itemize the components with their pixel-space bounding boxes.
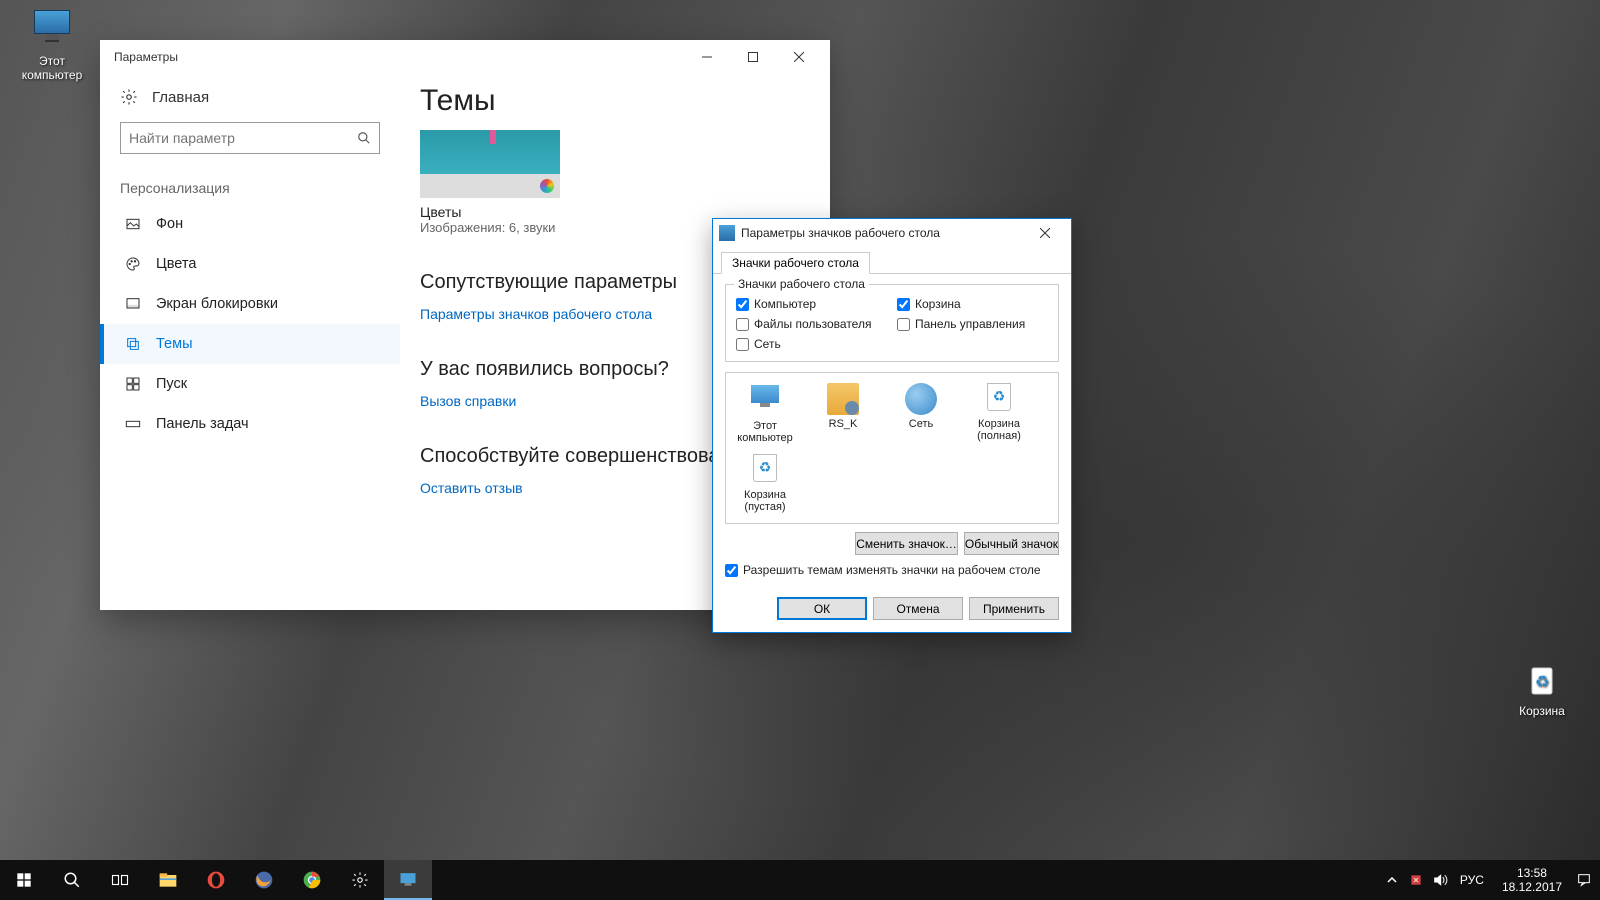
themes-icon bbox=[124, 336, 142, 352]
picture-icon bbox=[124, 216, 142, 232]
minimize-button[interactable] bbox=[684, 42, 730, 72]
search-icon bbox=[357, 131, 371, 145]
groupbox-icons: Значки рабочего стола Компьютер Корзина … bbox=[725, 284, 1059, 362]
tray-chevron-up-icon[interactable] bbox=[1380, 860, 1404, 900]
start-button[interactable] bbox=[0, 860, 48, 900]
dialog-footer: ОК Отмена Применить bbox=[713, 587, 1071, 632]
dialog-title: Параметры значков рабочего стола bbox=[741, 226, 1025, 240]
clock-time: 13:58 bbox=[1502, 866, 1562, 880]
dialog-content: Значки рабочего стола Компьютер Корзина … bbox=[713, 273, 1071, 587]
start-icon bbox=[124, 376, 142, 392]
default-icon-button[interactable]: Обычный значок bbox=[964, 532, 1059, 555]
dialog-close-button[interactable] bbox=[1025, 221, 1065, 245]
close-button[interactable] bbox=[776, 42, 822, 72]
sidebar-item-label: Панель задач bbox=[156, 416, 249, 432]
sidebar-item-lockscreen[interactable]: Экран блокировки bbox=[100, 284, 400, 324]
home-button[interactable]: Главная bbox=[100, 74, 400, 116]
checkbox-network[interactable]: Сеть bbox=[736, 337, 887, 351]
apply-button[interactable]: Применить bbox=[969, 597, 1059, 620]
desktop-icon-recycle[interactable]: ♻ Корзина bbox=[1504, 660, 1580, 718]
clock-date: 18.12.2017 bbox=[1502, 880, 1562, 894]
checkbox-computer[interactable]: Компьютер bbox=[736, 297, 887, 311]
dialog-tabs: Значки рабочего стола bbox=[713, 247, 1071, 273]
clock[interactable]: 13:58 18.12.2017 bbox=[1492, 866, 1572, 895]
theme-preview bbox=[420, 130, 560, 174]
pc-icon bbox=[32, 10, 72, 50]
network-icon bbox=[905, 383, 937, 415]
window-title: Параметры bbox=[114, 50, 684, 64]
page-heading: Темы bbox=[420, 84, 810, 118]
change-icon-button[interactable]: Сменить значок… bbox=[855, 532, 958, 555]
sidebar-item-label: Темы bbox=[156, 336, 193, 352]
taskbar-app-settings[interactable] bbox=[336, 860, 384, 900]
theme-swatch bbox=[420, 174, 560, 198]
svg-text:♻: ♻ bbox=[1535, 674, 1549, 691]
sidebar: Главная Персонализация Фон Цвета Экран б… bbox=[100, 74, 400, 610]
sidebar-item-colors[interactable]: Цвета bbox=[100, 244, 400, 284]
maximize-button[interactable] bbox=[730, 42, 776, 72]
theme-meta: Изображения: 6, звуки bbox=[420, 220, 560, 235]
tray-security-icon[interactable]: ✕ bbox=[1404, 860, 1428, 900]
picker-item-user[interactable]: RS_K bbox=[814, 383, 872, 444]
taskbar-icon bbox=[124, 416, 142, 432]
theme-tile[interactable]: Цветы Изображения: 6, звуки bbox=[420, 130, 560, 235]
color-wheel-icon bbox=[540, 179, 554, 193]
sidebar-item-start[interactable]: Пуск bbox=[100, 364, 400, 404]
sidebar-item-background[interactable]: Фон bbox=[100, 204, 400, 244]
picker-item-pc[interactable]: Этот компьютер bbox=[736, 383, 794, 444]
bin-empty-icon bbox=[749, 454, 781, 486]
sidebar-item-label: Цвета bbox=[156, 256, 196, 272]
desktop-icon-this-pc[interactable]: Этот компьютер bbox=[14, 10, 90, 82]
desktop-icon-label: Этот компьютер bbox=[14, 54, 90, 82]
icon-picker: Этот компьютер RS_K Сеть Корзина (полная… bbox=[725, 372, 1059, 524]
picker-item-bin-empty[interactable]: Корзина (пустая) bbox=[736, 454, 794, 513]
picker-item-bin-full[interactable]: Корзина (полная) bbox=[970, 383, 1028, 444]
pc-icon bbox=[749, 385, 781, 417]
trash-icon: ♻ bbox=[1522, 660, 1562, 700]
desktop-icon-settings-dialog: Параметры значков рабочего стола Значки … bbox=[712, 218, 1072, 633]
sidebar-item-label: Фон bbox=[156, 216, 183, 232]
task-view-button[interactable] bbox=[96, 860, 144, 900]
taskbar-app-chrome[interactable] bbox=[288, 860, 336, 900]
cancel-button[interactable]: Отмена bbox=[873, 597, 963, 620]
bin-full-icon bbox=[983, 383, 1015, 415]
lockscreen-icon bbox=[124, 296, 142, 312]
palette-icon bbox=[124, 256, 142, 272]
user-folder-icon bbox=[827, 383, 859, 415]
taskbar-app-explorer[interactable] bbox=[144, 860, 192, 900]
theme-name: Цветы bbox=[420, 204, 560, 220]
checkbox-recycle[interactable]: Корзина bbox=[897, 297, 1048, 311]
taskbar-app-personalization[interactable] bbox=[384, 860, 432, 900]
desktop-icon-label: Корзина bbox=[1504, 704, 1580, 718]
sidebar-item-themes[interactable]: Темы bbox=[100, 324, 400, 364]
tray-volume-icon[interactable] bbox=[1428, 860, 1452, 900]
search-box[interactable] bbox=[120, 122, 380, 154]
titlebar: Параметры bbox=[100, 40, 830, 74]
dialog-titlebar: Параметры значков рабочего стола bbox=[713, 219, 1071, 247]
picker-item-network[interactable]: Сеть bbox=[892, 383, 950, 444]
action-center-button[interactable] bbox=[1572, 860, 1596, 900]
sidebar-item-label: Экран блокировки bbox=[156, 296, 278, 312]
dialog-icon bbox=[719, 225, 735, 241]
language-indicator[interactable]: РУС bbox=[1452, 873, 1492, 887]
checkbox-cpanel[interactable]: Панель управления bbox=[897, 317, 1048, 331]
search-input[interactable] bbox=[129, 130, 357, 146]
taskbar-app-opera[interactable] bbox=[192, 860, 240, 900]
taskbar-app-firefox[interactable] bbox=[240, 860, 288, 900]
ok-button[interactable]: ОК bbox=[777, 597, 867, 620]
section-label: Персонализация bbox=[100, 170, 400, 204]
home-label: Главная bbox=[152, 89, 209, 106]
sidebar-item-taskbar[interactable]: Панель задач bbox=[100, 404, 400, 444]
taskbar: ✕ РУС 13:58 18.12.2017 bbox=[0, 860, 1600, 900]
checkbox-allow-themes[interactable]: Разрешить темам изменять значки на рабоч… bbox=[725, 563, 1059, 577]
checkbox-userfiles[interactable]: Файлы пользователя bbox=[736, 317, 887, 331]
groupbox-title: Значки рабочего стола bbox=[734, 277, 869, 291]
sidebar-item-label: Пуск bbox=[156, 376, 187, 392]
svg-text:✕: ✕ bbox=[1412, 876, 1419, 885]
tab-desktop-icons[interactable]: Значки рабочего стола bbox=[721, 252, 870, 274]
gear-icon bbox=[120, 88, 138, 106]
search-button[interactable] bbox=[48, 860, 96, 900]
